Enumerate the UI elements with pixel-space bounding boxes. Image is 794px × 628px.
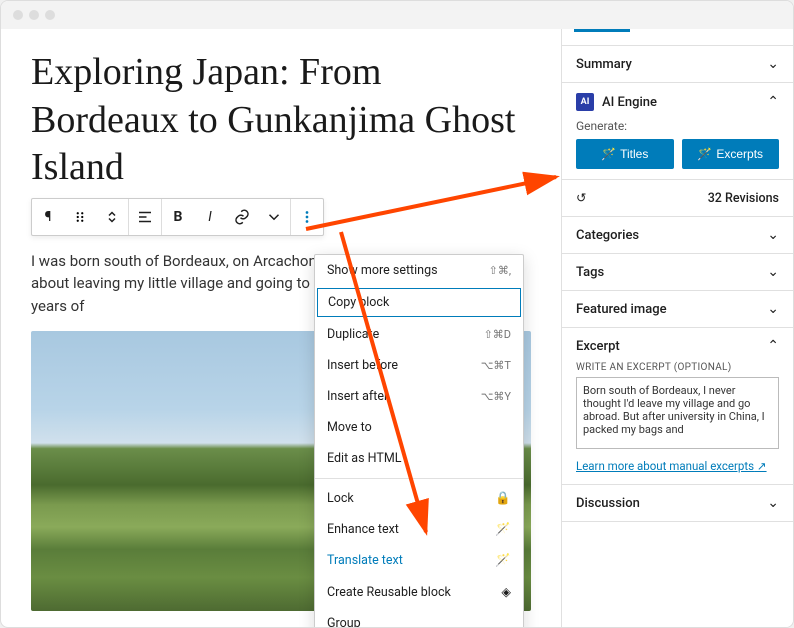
editor-pane: Exploring Japan: From Bordeaux to Gunkan… <box>1 29 561 627</box>
menu-copy-block[interactable]: Copy block <box>317 288 521 317</box>
window-titlebar <box>1 1 793 29</box>
menu-enhance-text[interactable]: Enhance text🪄 <box>315 514 523 545</box>
wand-icon: 🪄 <box>495 553 511 568</box>
post-title[interactable]: Exploring Japan: From Bordeaux to Gunkan… <box>31 49 531 192</box>
panel-summary[interactable]: Summary⌄ <box>562 46 793 83</box>
chevron-up-icon: ⌃ <box>767 94 779 110</box>
panel-ai-engine-header[interactable]: AI AI Engine ⌃ <box>576 93 779 111</box>
sidebar-tab-indicator <box>562 29 793 46</box>
menu-create-reusable[interactable]: Create Reusable block◈ <box>315 576 523 608</box>
reusable-icon: ◈ <box>501 584 511 600</box>
link-icon[interactable] <box>226 199 258 235</box>
window-dot <box>45 10 55 20</box>
excerpt-field-label: WRITE AN EXCERPT (OPTIONAL) <box>576 362 779 373</box>
menu-duplicate[interactable]: Duplicate⇧⌘D <box>315 319 523 350</box>
excerpt-textarea[interactable] <box>576 377 779 449</box>
generate-label: Generate: <box>576 119 779 133</box>
wand-icon: 🪄 <box>601 147 616 161</box>
generate-titles-button[interactable]: 🪄Titles <box>576 139 674 169</box>
window-dot <box>29 10 39 20</box>
settings-sidebar: Summary⌄ AI AI Engine ⌃ Generate: 🪄Title… <box>561 29 793 627</box>
bold-icon[interactable]: B <box>162 199 194 235</box>
menu-insert-before[interactable]: Insert before⌥⌘T <box>315 350 523 381</box>
panel-excerpt: Excerpt⌃ WRITE AN EXCERPT (OPTIONAL) Lea… <box>562 328 793 485</box>
menu-group[interactable]: Group <box>315 608 523 627</box>
wand-icon: 🪄 <box>495 522 511 537</box>
panel-featured-image[interactable]: Featured image⌄ <box>562 291 793 328</box>
block-context-menu: Show more settings⇧⌘, Copy block Duplica… <box>314 254 524 627</box>
move-arrows-icon[interactable] <box>96 199 128 235</box>
generate-excerpts-button[interactable]: 🪄Excerpts <box>682 139 780 169</box>
drag-handle-icon[interactable] <box>64 199 96 235</box>
manual-excerpts-link[interactable]: Learn more about manual excerpts ↗ <box>576 459 767 473</box>
menu-lock[interactable]: Lock🔒 <box>315 483 523 514</box>
more-options-icon[interactable] <box>291 199 323 235</box>
wand-icon: 🪄 <box>697 147 712 161</box>
panel-tags[interactable]: Tags⌄ <box>562 254 793 291</box>
menu-insert-after[interactable]: Insert after⌥⌘Y <box>315 381 523 412</box>
app-window: Exploring Japan: From Bordeaux to Gunkan… <box>0 0 794 628</box>
panel-discussion[interactable]: Discussion⌄ <box>562 485 793 522</box>
history-icon: ↺ <box>576 190 586 206</box>
menu-show-more-settings[interactable]: Show more settings⇧⌘, <box>315 255 523 286</box>
paragraph-icon[interactable]: ¶ <box>32 199 64 235</box>
chevron-up-icon: ⌃ <box>767 338 779 354</box>
chevron-down-icon: ⌄ <box>767 301 779 317</box>
lock-icon: 🔒 <box>495 491 511 506</box>
menu-edit-html[interactable]: Edit as HTML <box>315 443 523 474</box>
menu-separator <box>315 478 523 479</box>
panel-revisions[interactable]: ↺32 Revisions <box>562 180 793 217</box>
panel-ai-engine: AI AI Engine ⌃ Generate: 🪄Titles 🪄Excerp… <box>562 83 793 180</box>
menu-move-to[interactable]: Move to <box>315 412 523 443</box>
window-dot <box>13 10 23 20</box>
menu-translate-text[interactable]: Translate text🪄 <box>315 545 523 576</box>
content-area: Exploring Japan: From Bordeaux to Gunkan… <box>1 29 793 627</box>
ai-engine-icon: AI <box>576 93 594 111</box>
italic-icon[interactable]: I <box>194 199 226 235</box>
chevron-down-icon: ⌄ <box>767 227 779 243</box>
chevron-down-icon: ⌄ <box>767 264 779 280</box>
chevron-down-icon: ⌄ <box>767 495 779 511</box>
chevron-down-icon[interactable] <box>258 199 290 235</box>
panel-categories[interactable]: Categories⌄ <box>562 217 793 254</box>
align-icon[interactable] <box>129 199 161 235</box>
chevron-down-icon: ⌄ <box>767 56 779 72</box>
panel-excerpt-header[interactable]: Excerpt⌃ <box>576 338 779 354</box>
block-toolbar: ¶ B I <box>31 198 324 236</box>
